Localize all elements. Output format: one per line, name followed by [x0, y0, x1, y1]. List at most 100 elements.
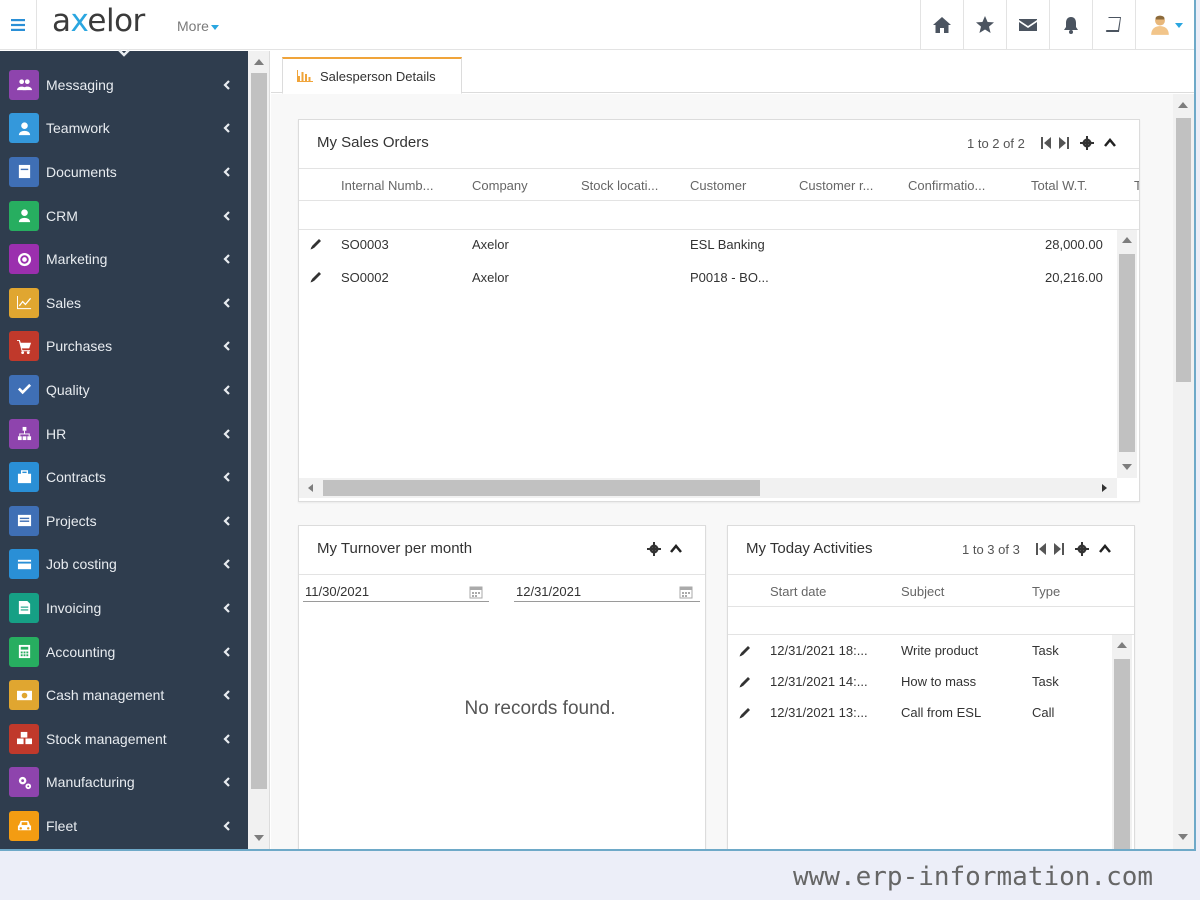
gear-icon[interactable]	[647, 542, 661, 556]
tab-salesperson-details[interactable]: Salesperson Details	[282, 57, 462, 94]
table-cell-company: Axelor	[472, 237, 509, 252]
column-header-stock-location[interactable]: Stock locati...	[581, 178, 658, 193]
chevron-up-icon[interactable]	[669, 542, 683, 556]
table-cell-type: Task	[1032, 674, 1059, 689]
user-icon	[9, 113, 39, 144]
sidebar-item-invoicing[interactable]: Invoicing	[0, 586, 248, 630]
sidebar-item-label: Stock management	[46, 730, 167, 747]
grid-vertical-scrollbar[interactable]	[1112, 635, 1132, 849]
sidebar-item-manufacturing[interactable]: Manufacturing	[0, 761, 248, 805]
sidebar-item-projects[interactable]: Projects	[0, 499, 248, 543]
table-cell-start-date: 12/31/2021 14:...	[770, 674, 868, 689]
sidebar-item-accounting[interactable]: Accounting	[0, 630, 248, 674]
app-logo[interactable]: axelor	[52, 3, 145, 39]
scroll-up-arrow-icon[interactable]	[1117, 642, 1127, 648]
first-page-icon[interactable]	[1040, 136, 1054, 150]
scroll-down-arrow-icon[interactable]	[1178, 834, 1188, 840]
edit-pencil-icon[interactable]	[738, 675, 752, 689]
scroll-down-arrow-icon[interactable]	[1122, 464, 1132, 470]
column-header-subject[interactable]: Subject	[901, 584, 944, 599]
edit-pencil-icon[interactable]	[309, 270, 323, 284]
scrollbar-thumb[interactable]	[323, 480, 760, 496]
sidebar-item-hr[interactable]: HR	[0, 412, 248, 456]
scrollbar-thumb[interactable]	[1176, 118, 1191, 382]
sidebar-item-fleet[interactable]: Fleet	[0, 804, 248, 848]
sidebar-scrollbar[interactable]	[248, 51, 270, 849]
table-cell-start-date: 12/31/2021 13:...	[770, 705, 868, 720]
sidebar-item-contracts[interactable]: Contracts	[0, 455, 248, 499]
column-header-type[interactable]: Type	[1032, 584, 1060, 599]
calendar-icon[interactable]	[469, 585, 483, 599]
chevron-left-icon	[223, 123, 230, 134]
last-page-icon[interactable]	[1057, 136, 1071, 150]
column-header-total-wt[interactable]: Total W.T.	[1031, 178, 1087, 193]
main-scrollbar[interactable]	[1173, 94, 1194, 849]
chevron-up-icon[interactable]	[1103, 136, 1117, 150]
home-button[interactable]	[920, 0, 963, 50]
edit-pencil-icon[interactable]	[738, 706, 752, 720]
sidebar-item-stock-management[interactable]: Stock management	[0, 717, 248, 761]
sidebar-item-teamwork[interactable]: Teamwork	[0, 107, 248, 151]
scroll-up-arrow-icon[interactable]	[1178, 102, 1188, 108]
column-header-internal-number[interactable]: Internal Numb...	[341, 178, 434, 193]
column-header-start-date[interactable]: Start date	[770, 584, 826, 599]
scroll-up-arrow-icon[interactable]	[254, 59, 264, 65]
column-header-customer[interactable]: Customer	[690, 178, 746, 193]
more-menu-button[interactable]: More	[177, 18, 219, 34]
sidebar-item-label: Projects	[46, 512, 97, 529]
scrollbar-thumb[interactable]	[1119, 254, 1135, 452]
column-header-company[interactable]: Company	[472, 178, 528, 193]
gear-icon[interactable]	[1075, 542, 1089, 556]
date-to-input[interactable]	[514, 582, 700, 602]
chevron-up-icon[interactable]	[1098, 542, 1112, 556]
column-header-confirmation[interactable]: Confirmatio...	[908, 178, 985, 193]
book-icon	[1105, 17, 1121, 32]
column-header-truncated[interactable]: T	[1134, 178, 1139, 193]
messages-button[interactable]	[1006, 0, 1049, 50]
sidebar-item-crm[interactable]: CRM	[0, 194, 248, 238]
sidebar-item-documents[interactable]: Documents	[0, 150, 248, 194]
sidebar-item-purchases[interactable]: Purchases	[0, 325, 248, 369]
home-icon	[933, 17, 951, 33]
notifications-button[interactable]	[1049, 0, 1092, 50]
sidebar-item-messaging[interactable]: Messaging	[0, 63, 248, 107]
sidebar-item-job-costing[interactable]: Job costing	[0, 543, 248, 587]
chevron-left-icon	[223, 777, 230, 788]
logo-text-end: elor	[87, 3, 145, 39]
sidebar-item-quality[interactable]: Quality	[0, 368, 248, 412]
edit-pencil-icon[interactable]	[309, 237, 323, 251]
table-cell-subject: Call from ESL	[901, 705, 982, 720]
edit-pencil-icon[interactable]	[738, 644, 752, 658]
chevron-left-icon	[223, 80, 230, 90]
scroll-up-arrow-icon[interactable]	[1122, 237, 1132, 243]
calendar-icon[interactable]	[679, 585, 693, 599]
last-page-icon[interactable]	[1052, 542, 1066, 556]
help-button[interactable]	[1092, 0, 1135, 50]
chevron-left-icon	[223, 559, 230, 570]
sidebar-item-cash-management[interactable]: Cash management	[0, 673, 248, 717]
sidebar-item-label: Marketing	[46, 251, 108, 268]
scrollbar-thumb[interactable]	[1114, 659, 1130, 849]
favorites-button[interactable]	[963, 0, 1006, 50]
grid-horizontal-scrollbar[interactable]	[299, 478, 1117, 498]
scroll-right-arrow-icon[interactable]	[1102, 484, 1107, 492]
scrollbar-thumb[interactable]	[251, 73, 267, 789]
scroll-down-arrow-icon[interactable]	[254, 835, 264, 841]
first-page-icon[interactable]	[1035, 542, 1049, 556]
gear-icon[interactable]	[1080, 136, 1094, 150]
sidebar-item-sales[interactable]: Sales	[0, 281, 248, 325]
grid-vertical-scrollbar[interactable]	[1117, 230, 1137, 478]
list-icon	[9, 505, 39, 536]
user-menu-button[interactable]	[1135, 0, 1194, 50]
chevron-left-icon	[223, 298, 230, 308]
date-from-input[interactable]	[303, 582, 489, 602]
chevron-down-icon[interactable]	[117, 49, 131, 59]
menu-toggle-button[interactable]	[0, 0, 37, 50]
scroll-left-arrow-icon[interactable]	[308, 484, 313, 492]
contact-icon	[9, 200, 39, 231]
sidebar-item-label: Teamwork	[46, 120, 110, 137]
sidebar-item-marketing[interactable]: Marketing	[0, 237, 248, 281]
bell-icon	[1064, 17, 1078, 34]
logo-text-x: x	[70, 3, 88, 39]
column-header-customer-ref[interactable]: Customer r...	[799, 178, 873, 193]
